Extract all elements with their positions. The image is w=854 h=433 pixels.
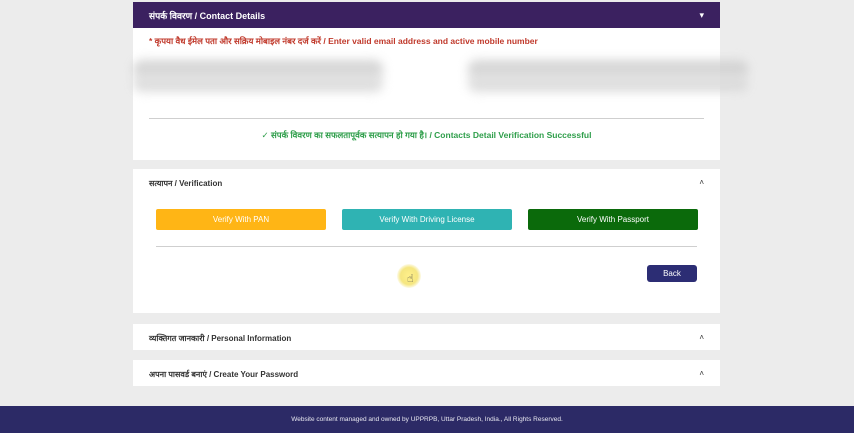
accordion-personal-information[interactable]: व्यक्तिगत जानकारी / Personal Information…: [133, 324, 720, 350]
contact-hint-text: * कृपया वैध ईमेल पता और सक्रिय मोबाइल नं…: [149, 36, 538, 46]
contact-details-header[interactable]: संपर्क विवरण / Contact Details ▾: [133, 2, 720, 28]
back-button[interactable]: Back: [647, 265, 697, 282]
verification-panel: सत्यापन / Verification ˄ Verify With PAN…: [133, 169, 720, 313]
hand-cursor-icon: ☝: [407, 273, 414, 285]
footer-text: Website content managed and owned by UPP…: [291, 416, 563, 423]
verify-pan-button[interactable]: Verify With PAN: [156, 209, 326, 230]
divider: [149, 118, 704, 119]
chevron-down-icon[interactable]: ▾: [699, 10, 704, 20]
verify-driving-license-button[interactable]: Verify With Driving License: [342, 209, 512, 230]
blurred-mobile-field[interactable]: [468, 59, 748, 93]
contact-details-panel: * कृपया वैध ईमेल पता और सक्रिय मोबाइल नं…: [133, 28, 748, 160]
chevron-up-icon[interactable]: ˄: [699, 178, 704, 187]
accordion-create-password[interactable]: अपना पासवर्ड बनाएं / Create Your Passwor…: [133, 360, 720, 386]
chevron-up-icon: ˄: [699, 333, 704, 342]
accordion-label: अपना पासवर्ड बनाएं / Create Your Passwor…: [149, 370, 299, 379]
accordion-label: व्यक्तिगत जानकारी / Personal Information: [149, 334, 292, 343]
contact-details-title: संपर्क विवरण / Contact Details: [149, 10, 266, 21]
blurred-email-field[interactable]: [133, 59, 383, 93]
verification-title: सत्यापन / Verification: [149, 179, 223, 188]
verify-passport-button[interactable]: Verify With Passport: [528, 209, 698, 230]
chevron-up-icon: ˄: [699, 369, 704, 378]
footer: Website content managed and owned by UPP…: [0, 406, 854, 433]
divider: [156, 246, 697, 247]
verification-success-text: ✓ संपर्क विवरण का सफलतापूर्वक सत्यापन हो…: [261, 130, 592, 140]
